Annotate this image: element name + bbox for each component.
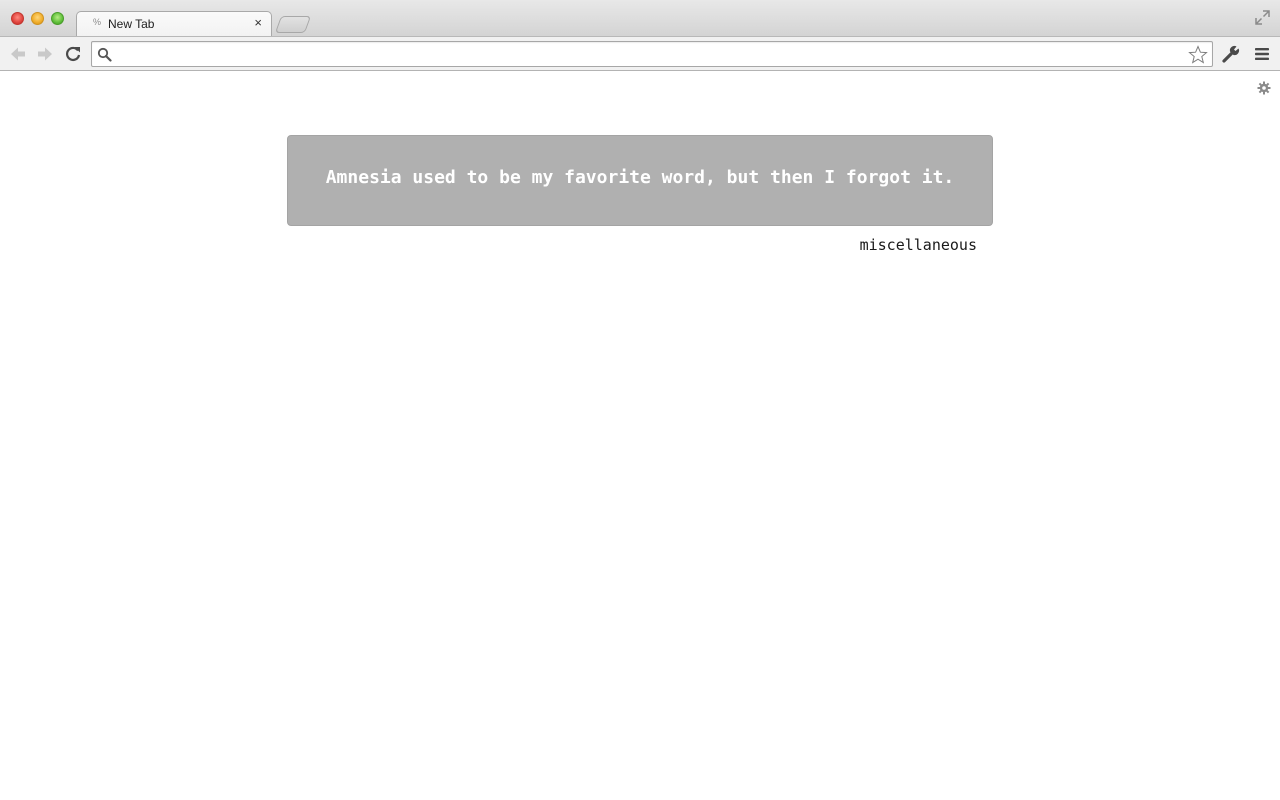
omnibox[interactable] bbox=[91, 41, 1213, 67]
gear-icon[interactable] bbox=[1257, 81, 1271, 95]
fullscreen-icon[interactable] bbox=[1255, 10, 1270, 25]
window-zoom-button[interactable] bbox=[51, 12, 64, 25]
reload-icon[interactable] bbox=[63, 44, 83, 64]
new-tab-button[interactable] bbox=[274, 16, 312, 33]
browser-toolbar bbox=[0, 36, 1280, 71]
forward-arrow-icon[interactable] bbox=[35, 44, 55, 64]
quote-category-link[interactable]: miscellaneous bbox=[700, 236, 977, 254]
quote-text: Amnesia used to be my favorite word, but… bbox=[325, 167, 955, 188]
quote-box: Amnesia used to be my favorite word, but… bbox=[287, 135, 993, 226]
tab-new-tab[interactable]: % New Tab × bbox=[76, 11, 272, 37]
new-tab-favicon-icon: % bbox=[93, 17, 102, 27]
tab-close-icon[interactable]: × bbox=[254, 15, 262, 30]
wrench-icon[interactable] bbox=[1221, 44, 1241, 64]
tab-title: New Tab bbox=[108, 17, 155, 31]
hamburger-menu-icon[interactable] bbox=[1252, 44, 1272, 64]
window-minimize-button[interactable] bbox=[31, 12, 44, 25]
window-close-button[interactable] bbox=[11, 12, 24, 25]
back-arrow-icon[interactable] bbox=[8, 44, 28, 64]
title-bar: % New Tab × bbox=[0, 0, 1280, 37]
bookmark-star-icon[interactable] bbox=[1188, 45, 1208, 65]
omnibox-input[interactable] bbox=[118, 45, 1178, 63]
search-icon bbox=[97, 47, 112, 62]
